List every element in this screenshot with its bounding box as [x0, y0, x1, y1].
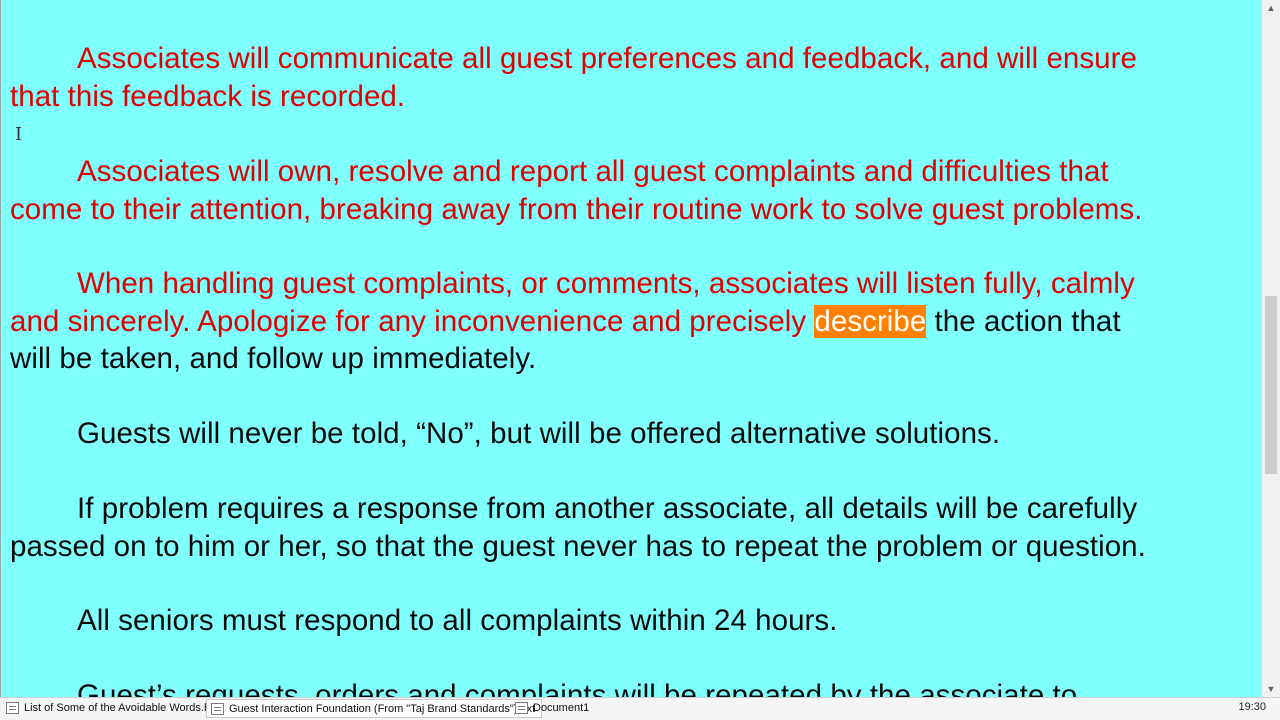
text-run: Guest’s requests, orders and complaints …	[77, 679, 1078, 697]
text-run: come to their attention, breaking away f…	[10, 192, 1143, 226]
text-run: that this feedback is recorded.	[10, 79, 406, 113]
tab-guest-interaction[interactable]: Guest Interaction Foundation (From "Taj …	[206, 699, 543, 718]
document-file-icon	[6, 702, 19, 714]
text-line: Guest’s requests, orders and complaints …	[10, 677, 1260, 697]
text-run: Guests will never be told, “No”, but wil…	[77, 417, 1001, 450]
paragraph: When handling guest complaints, or comme…	[10, 265, 1260, 378]
text-run: will be taken, and follow up immediately…	[10, 342, 537, 375]
highlighted-word: describe	[814, 304, 927, 338]
scroll-down-arrow-icon[interactable]: ▼	[1262, 681, 1280, 697]
vertical-scrollbar[interactable]: ▲ ▼	[1261, 0, 1280, 697]
text-cursor-icon: I	[15, 124, 23, 145]
clock: 19:30	[1238, 701, 1266, 713]
text-run: the action that	[926, 304, 1121, 338]
text-line: Associates will own, resolve and report …	[10, 153, 1260, 191]
text-line: Guests will never be told, “No”, but wil…	[10, 415, 1260, 453]
text-line: come to their attention, breaking away f…	[10, 191, 1260, 229]
paragraph: Guest’s requests, orders and complaints …	[10, 677, 1260, 697]
paragraph: If problem requires a response from anot…	[10, 490, 1260, 565]
text-line: that this feedback is recorded.	[10, 78, 1260, 116]
document-page[interactable]: Associates will communicate all guest pr…	[0, 0, 1261, 697]
text-line: Associates will communicate all guest pr…	[10, 40, 1260, 78]
text-run: When handling guest complaints, or comme…	[77, 267, 1135, 300]
document-file-icon	[515, 702, 528, 714]
paragraph: Guests will never be told, “No”, but wil…	[10, 415, 1260, 453]
text-run: Associates will own, resolve and report …	[77, 155, 1109, 188]
scrollbar-thumb[interactable]	[1265, 296, 1277, 474]
text-line: will be taken, and follow up immediately…	[10, 340, 1260, 378]
tab-label: List of Some of the Avoidable Words.bxt	[24, 702, 219, 714]
text-run: All seniors must respond to all complain…	[77, 604, 838, 637]
document-file-icon	[211, 703, 224, 715]
text-run: and sincerely. Apologize for any inconve…	[10, 304, 815, 338]
text-line: and sincerely. Apologize for any inconve…	[10, 303, 1260, 341]
tab-label: Document1	[533, 702, 590, 714]
text-line: All seniors must respond to all complain…	[10, 602, 1260, 640]
paragraph: All seniors must respond to all complain…	[10, 602, 1260, 640]
document-taskbar: List of Some of the Avoidable Words.bxt …	[0, 697, 1280, 720]
text-run: If problem requires a response from anot…	[77, 492, 1138, 525]
text-run: passed on to him or her, so that the gue…	[10, 529, 1146, 563]
text-line: If problem requires a response from anot…	[10, 490, 1260, 528]
paragraph: Associates will own, resolve and report …	[10, 153, 1260, 228]
text-run: Associates will communicate all guest pr…	[77, 42, 1137, 75]
tab-label: Guest Interaction Foundation (From "Taj …	[229, 703, 536, 715]
text-line: passed on to him or her, so that the gue…	[10, 528, 1260, 566]
tab-document1[interactable]: Document1	[511, 699, 595, 718]
text-line: When handling guest complaints, or comme…	[10, 265, 1260, 303]
scroll-up-arrow-icon[interactable]: ▲	[1262, 0, 1280, 16]
paragraph: Associates will communicate all guest pr…	[10, 40, 1260, 115]
tab-avoidable-words[interactable]: List of Some of the Avoidable Words.bxt	[2, 699, 225, 718]
